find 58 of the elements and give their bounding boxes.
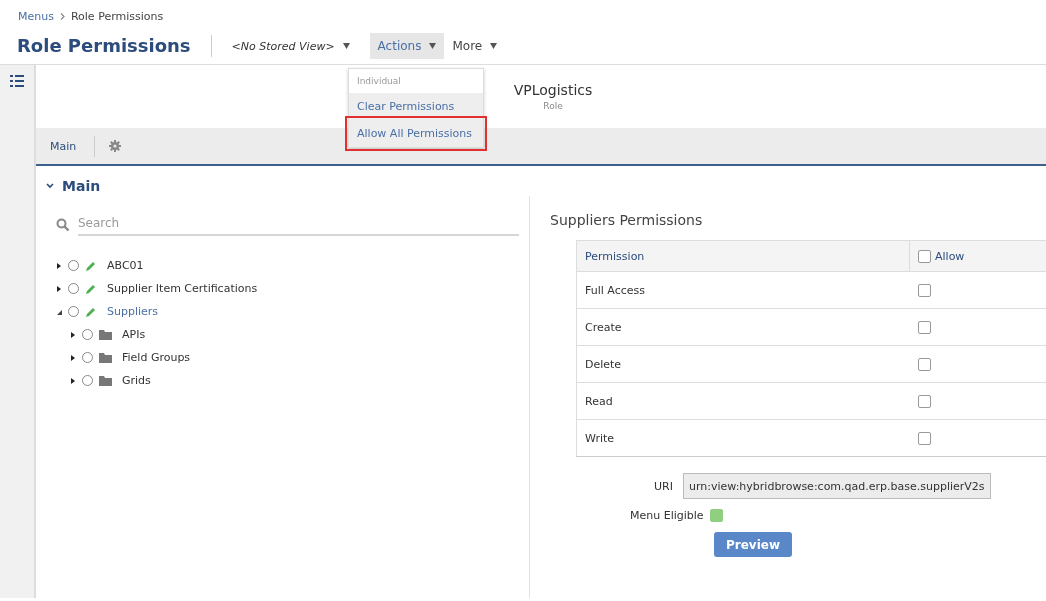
- list-icon[interactable]: [10, 75, 24, 87]
- record-type: Role: [543, 101, 563, 111]
- uri-field[interactable]: urn:view:hybridbrowse:com.qad.erp.base.supplierV2s: [682, 473, 991, 499]
- tree-item[interactable]: Grids: [70, 369, 519, 392]
- caret-icon: [490, 43, 498, 49]
- checkbox[interactable]: [918, 249, 931, 263]
- checkbox[interactable]: [709, 509, 723, 522]
- checkbox[interactable]: [917, 357, 931, 371]
- column-header: Permission: [576, 240, 910, 272]
- tree-item[interactable]: Field Groups: [70, 346, 519, 369]
- field-label: Menu Eligible: [630, 509, 704, 522]
- pencil-icon: [85, 282, 97, 295]
- tree-item[interactable]: ABC01: [56, 254, 519, 277]
- chevron-icon: [59, 12, 65, 20]
- checkbox[interactable]: [917, 283, 931, 297]
- pencil-icon: [85, 259, 97, 272]
- tree-item[interactable]: Suppliers: [56, 300, 519, 323]
- section-title: Main: [62, 178, 101, 194]
- table-cell: Read: [576, 382, 910, 420]
- folder-icon: [99, 352, 112, 363]
- permissions-title: Suppliers Permissions: [550, 212, 704, 228]
- collapsed-caret-icon[interactable]: [70, 377, 76, 384]
- settings-icon[interactable]: [109, 140, 122, 152]
- menu-header: Individual: [356, 75, 402, 88]
- checkbox[interactable]: [917, 320, 931, 334]
- menu-item[interactable]: Clear Permissions: [349, 93, 483, 120]
- caret-icon: [429, 43, 437, 49]
- tree-item[interactable]: APIs: [70, 323, 519, 346]
- tab[interactable]: Main: [50, 135, 96, 157]
- collapsed-caret-icon[interactable]: [70, 354, 76, 361]
- folder-icon: [99, 329, 112, 340]
- preview-button[interactable]: Preview: [714, 532, 792, 557]
- field-label: URI: [654, 479, 673, 493]
- search-icon: [56, 218, 70, 232]
- record-name: VPLogistics: [513, 82, 593, 98]
- table-cell: Create: [576, 308, 910, 346]
- table-cell: Write: [576, 419, 910, 457]
- collapsed-caret-icon[interactable]: [56, 262, 62, 269]
- caret-icon: [342, 43, 350, 49]
- column-header: Allow: [935, 249, 965, 263]
- search-field[interactable]: Search: [78, 214, 519, 236]
- collapsed-caret-icon[interactable]: [56, 285, 62, 292]
- collapse-icon[interactable]: [46, 183, 54, 189]
- menu-button[interactable]: More: [444, 33, 506, 59]
- page-title: Role Permissions: [17, 35, 212, 57]
- menu-button[interactable]: Actions: [369, 33, 445, 59]
- expanded-caret-icon[interactable]: [56, 308, 62, 315]
- table-cell: Full Access: [576, 271, 910, 309]
- tree-item[interactable]: Supplier Item Certifications: [56, 277, 519, 300]
- pencil-icon: [85, 305, 97, 318]
- folder-icon: [99, 375, 112, 386]
- collapsed-caret-icon[interactable]: [70, 331, 76, 338]
- checkbox[interactable]: [917, 431, 931, 445]
- checkbox[interactable]: [917, 394, 931, 408]
- table-cell: Delete: [576, 345, 910, 383]
- breadcrumb-item[interactable]: Menus: [18, 9, 54, 23]
- breadcrumb-item: Role Permissions: [70, 9, 164, 23]
- stored-view-dropdown[interactable]: <No Stored View>: [231, 39, 350, 53]
